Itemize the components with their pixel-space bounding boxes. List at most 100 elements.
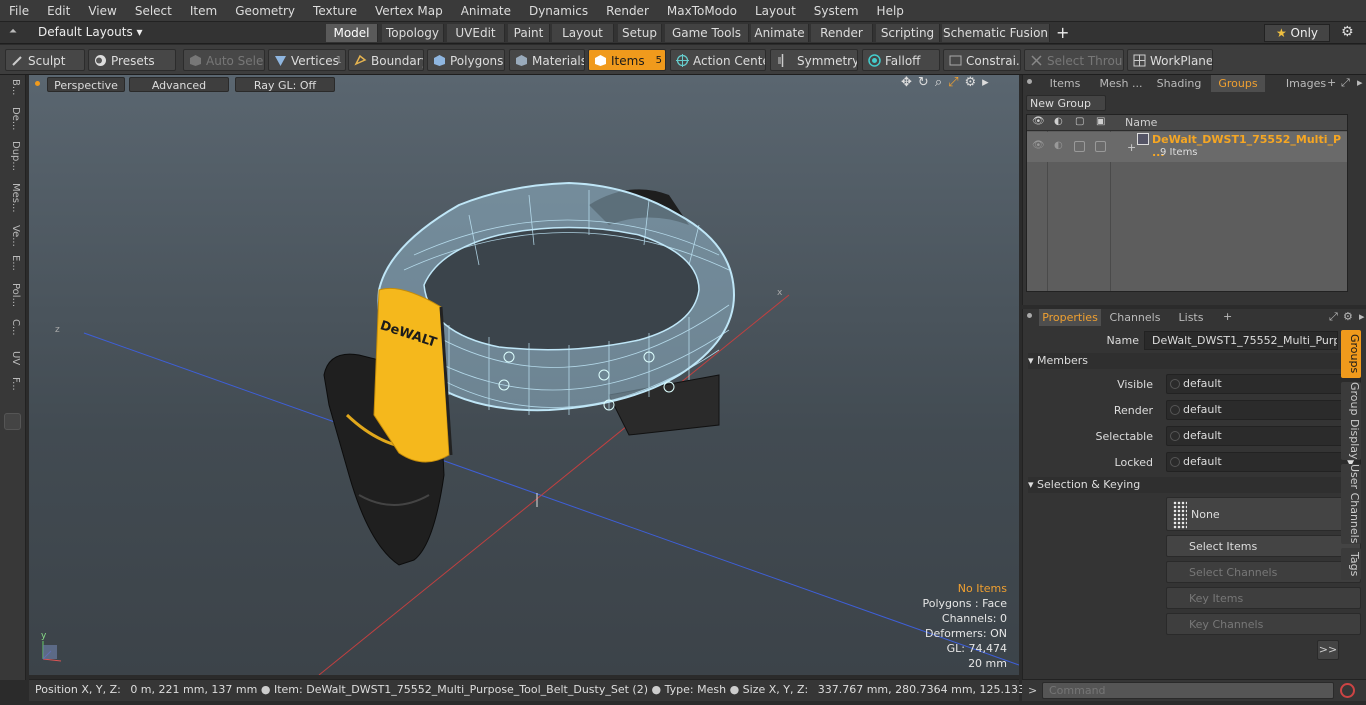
select-through-button[interactable]: Select Through (1024, 49, 1124, 71)
visible-select[interactable]: default▼ (1166, 374, 1361, 394)
palette-tab-6[interactable]: Pol... (3, 283, 21, 307)
palette-tab-3[interactable]: Mes... (3, 183, 21, 213)
expand-icon[interactable]: ⤢ (1341, 76, 1350, 90)
palette-tab-7[interactable]: C... (3, 319, 21, 336)
layout-tab-scripting[interactable]: Scripting (876, 24, 940, 42)
palette-tab-2[interactable]: Dup... (3, 141, 21, 171)
more-button[interactable]: >> (1317, 640, 1339, 660)
menu-geometry[interactable]: Geometry (226, 4, 304, 18)
boundary-button[interactable]: Boundary (348, 49, 424, 71)
panel-tab-groups[interactable]: Groups (1211, 75, 1265, 92)
polygons-button[interactable]: Polygons (427, 49, 505, 71)
menu-animate[interactable]: Animate (452, 4, 520, 18)
side-tab-groups[interactable]: Groups (1341, 330, 1361, 378)
palette-tab-1[interactable]: De... (3, 107, 21, 130)
settings-icon[interactable]: ⚙ (1343, 310, 1353, 323)
key-items-button[interactable]: Key Items (1166, 587, 1361, 609)
auto-select-button[interactable]: Auto Select (183, 49, 265, 71)
layout-tab-paint[interactable]: Paint (508, 24, 550, 42)
select-checkbox[interactable] (1095, 141, 1106, 152)
menu-maxtomodo[interactable]: MaxToModo (658, 4, 746, 18)
panel-tab-mesh[interactable]: Mesh ... (1095, 75, 1147, 92)
falloff-button[interactable]: Falloff (862, 49, 940, 71)
layout-tab-render[interactable]: Render (811, 24, 873, 42)
key-channels-button[interactable]: Key Channels (1166, 613, 1361, 635)
menu-system[interactable]: System (805, 4, 868, 18)
layouts-menu-icon[interactable]: ⏶ (9, 26, 21, 38)
layout-tab-animate[interactable]: Animate (751, 24, 809, 42)
new-group-button[interactable]: New Group (1026, 95, 1106, 111)
palette-toggle-button[interactable] (4, 413, 21, 430)
menu-layout[interactable]: Layout (746, 4, 805, 18)
locked-select[interactable]: default▼ (1166, 452, 1361, 472)
menu-vertex-map[interactable]: Vertex Map (366, 4, 452, 18)
menu-file[interactable]: File (0, 4, 38, 18)
add-panel-tab[interactable]: + (1327, 76, 1336, 89)
none-button[interactable]: None (1166, 497, 1361, 531)
selectable-select[interactable]: default▼ (1166, 426, 1361, 446)
palette-tab-5[interactable]: E... (3, 255, 21, 271)
layout-tab-schematic-fusion[interactable]: Schematic Fusion (942, 24, 1050, 42)
selection-keying-header[interactable]: ▾ Selection & Keying (1028, 477, 1358, 493)
panel-tab-shading[interactable]: Shading (1153, 75, 1205, 92)
visibility-icon[interactable]: 👁 (1032, 140, 1045, 151)
menu-render[interactable]: Render (597, 4, 658, 18)
props-tab-lists[interactable]: Lists (1169, 309, 1213, 326)
palette-tab-8[interactable]: UV (3, 351, 21, 365)
select-items-button[interactable]: Select Items (1166, 535, 1361, 557)
side-tab-group-display[interactable]: Group Display (1341, 382, 1361, 460)
layout-tab-topology[interactable]: Topology (382, 24, 444, 42)
render-icon[interactable]: ◐ (1054, 140, 1063, 151)
name-field[interactable]: DeWalt_DWST1_75552_Multi_Purpose (1144, 331, 1338, 350)
constraints-button[interactable]: Constrai... (943, 49, 1021, 71)
3d-viewport[interactable]: Perspective Advanced Ray GL: Off ✥↻⌕⤢⚙▸ (29, 75, 1019, 675)
lock-checkbox[interactable] (1074, 141, 1085, 152)
panel-tab-items[interactable]: Items (1039, 75, 1091, 92)
items-button[interactable]: Items 5 (588, 49, 666, 71)
add-props-tab[interactable]: + (1223, 310, 1232, 323)
group-row[interactable]: 👁 ◐ + DeWalt_DWST1_75552_Multi_P ... 9 I… (1027, 132, 1347, 162)
palette-tab-9[interactable]: F... (3, 377, 21, 391)
sculpt-button[interactable]: Sculpt (5, 49, 85, 71)
menu-view[interactable]: View (79, 4, 125, 18)
panel-tab-images[interactable]: Images (1281, 75, 1331, 92)
command-input[interactable] (1042, 682, 1334, 699)
layout-tab-game-tools[interactable]: Game Tools (665, 24, 749, 42)
panel-menu-dot[interactable] (1027, 313, 1032, 318)
layout-tab-uvedit[interactable]: UVEdit (447, 24, 505, 42)
expand-icon[interactable]: ⤢ (1329, 310, 1338, 324)
record-icon[interactable] (1340, 683, 1355, 698)
palette-tab-0[interactable]: B... (3, 79, 21, 95)
materials-button[interactable]: Materials (509, 49, 585, 71)
layout-tab-layout[interactable]: Layout (552, 24, 614, 42)
panel-menu-dot[interactable] (1027, 79, 1032, 84)
menu-item[interactable]: Item (181, 4, 226, 18)
workplane-button[interactable]: WorkPlane (1127, 49, 1213, 71)
only-toggle[interactable]: ★ Only (1264, 24, 1330, 42)
action-center-button[interactable]: Action Center (670, 49, 766, 71)
render-select[interactable]: default▼ (1166, 400, 1361, 420)
layout-tab-setup[interactable]: Setup (618, 24, 662, 42)
palette-tab-4[interactable]: Ve... (3, 225, 21, 247)
panel-more-icon[interactable]: ▸ (1359, 310, 1365, 323)
props-tab-properties[interactable]: Properties (1039, 309, 1101, 326)
layout-tab-model[interactable]: Model (326, 24, 378, 42)
menu-select[interactable]: Select (126, 4, 181, 18)
menu-edit[interactable]: Edit (38, 4, 79, 18)
vertices-button[interactable]: Vertices 1 (268, 49, 346, 71)
add-tab-button[interactable]: + (1056, 23, 1069, 42)
expand-group-icon[interactable]: + (1127, 141, 1136, 154)
props-tab-channels[interactable]: Channels (1107, 309, 1163, 326)
gear-icon[interactable]: ⚙ (1341, 24, 1354, 40)
menu-texture[interactable]: Texture (304, 4, 366, 18)
menu-dynamics[interactable]: Dynamics (520, 4, 597, 18)
presets-button[interactable]: Presets (88, 49, 176, 71)
layouts-dropdown[interactable]: Default Layouts ▾ (38, 25, 143, 39)
side-tab-user-channels[interactable]: User Channels (1341, 464, 1361, 544)
members-section-header[interactable]: ▾ Members (1028, 353, 1358, 369)
symmetry-button[interactable]: Symmetry (770, 49, 858, 71)
side-tab-tags[interactable]: Tags (1341, 548, 1361, 580)
select-channels-button[interactable]: Select Channels (1166, 561, 1361, 583)
panel-more-icon[interactable]: ▸ (1357, 76, 1363, 89)
menu-help[interactable]: Help (868, 4, 913, 18)
